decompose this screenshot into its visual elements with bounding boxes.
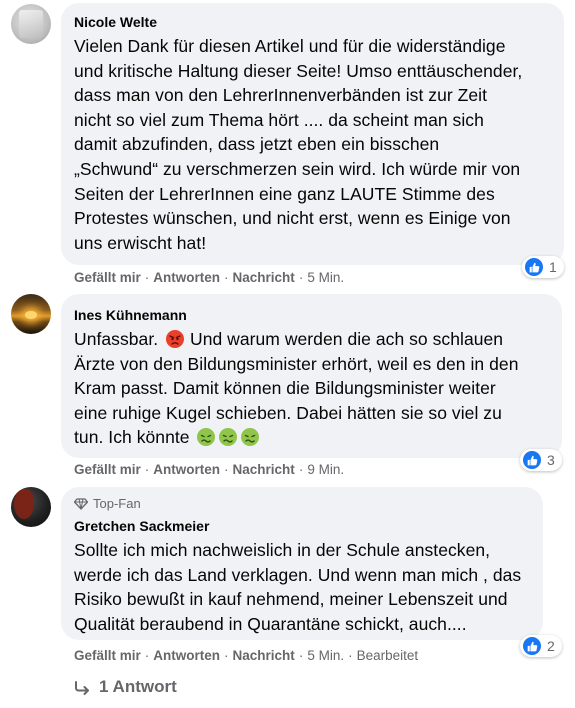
nauseated-face-icon — [241, 428, 260, 447]
diamond-icon — [74, 498, 88, 510]
angry-face-icon — [166, 330, 185, 348]
comment-actions: Gefällt mir · Antworten · Nachricht · 5 Min. · B… — [74, 648, 419, 663]
comment-author[interactable]: Ines Kühnemann — [74, 307, 187, 323]
edited-label: Bearbeitet — [356, 648, 419, 663]
message-button[interactable]: Nachricht — [233, 648, 295, 663]
message-button[interactable]: Nachricht — [233, 270, 295, 285]
like-icon — [525, 258, 543, 276]
like-button[interactable]: Gefällt mir — [74, 648, 141, 663]
comment-bubble: Top-Fan Gretchen Sackmeier Sollte ich mi… — [61, 487, 543, 640]
comment-bubble: Ines Kühnemann Unfassbar. Und warum werd… — [61, 294, 562, 458]
like-button[interactable]: Gefällt mir — [74, 270, 141, 285]
comment-author[interactable]: Gretchen Sackmeier — [74, 518, 209, 534]
reaction-summary[interactable]: 1 — [522, 256, 564, 278]
like-icon — [523, 637, 541, 655]
comment-actions: Gefällt mir · Antworten · Nachricht · 5 Min. — [74, 270, 345, 285]
badge-label: Top-Fan — [93, 496, 141, 511]
avatar[interactable] — [11, 4, 51, 44]
comment-text: Vielen Dank für diesen Artikel und für d… — [74, 36, 523, 253]
avatar[interactable] — [11, 487, 51, 527]
reaction-count: 1 — [549, 259, 557, 275]
reply-button[interactable]: Antworten — [153, 648, 220, 663]
like-button[interactable]: Gefällt mir — [74, 462, 141, 477]
replies-count-label: 1 Antwort — [99, 677, 177, 696]
reaction-summary[interactable]: 2 — [520, 635, 562, 657]
timestamp[interactable]: 5 Min. — [307, 648, 344, 663]
message-button[interactable]: Nachricht — [233, 462, 295, 477]
reply-button[interactable]: Antworten — [153, 270, 220, 285]
timestamp[interactable]: 5 Min. — [307, 270, 344, 285]
comment-bubble: Nicole Welte Vielen Dank für diesen Arti… — [61, 3, 564, 265]
view-replies-link[interactable]: 1 Antwort — [74, 677, 177, 697]
avatar[interactable] — [11, 294, 51, 334]
nauseated-face-icon — [197, 428, 216, 447]
comment-text: Sollte ich mich nachweislich in der Schu… — [74, 540, 522, 634]
comment-text: Unfassbar. Und warum werden die ach so s… — [74, 329, 519, 448]
reaction-summary[interactable]: 3 — [520, 449, 562, 471]
comment-author[interactable]: Nicole Welte — [74, 14, 157, 30]
comment-actions: Gefällt mir · Antworten · Nachricht · 9 Min. — [74, 462, 345, 477]
reply-button[interactable]: Antworten — [153, 462, 220, 477]
timestamp[interactable]: 9 Min. — [307, 462, 344, 477]
reply-arrow-icon — [75, 681, 89, 695]
like-icon — [523, 451, 541, 469]
top-fan-badge: Top-Fan — [74, 496, 141, 511]
nauseated-face-icon — [219, 428, 238, 447]
reaction-count: 3 — [547, 452, 555, 468]
reaction-count: 2 — [547, 638, 555, 654]
